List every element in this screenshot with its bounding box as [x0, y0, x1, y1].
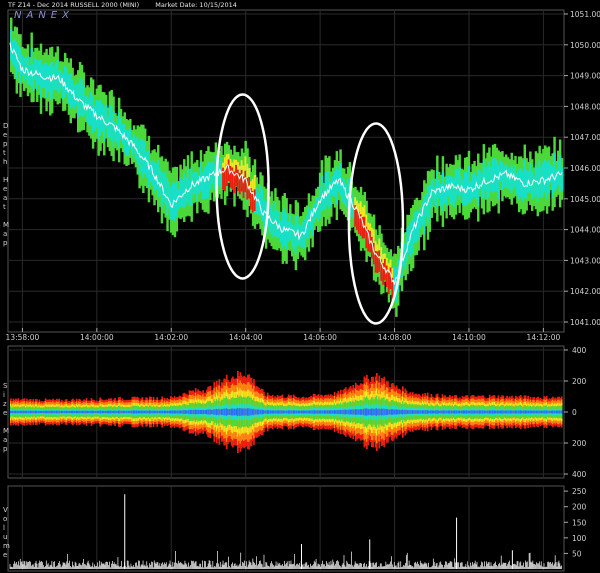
panel-label-char: t	[3, 203, 6, 211]
panel-label-char: M	[3, 427, 9, 435]
depth-y-tick-label: 1046.00	[570, 164, 600, 173]
depth-x-tick-label: 14:08:00	[378, 333, 412, 342]
panel-label-char: a	[3, 436, 7, 444]
panel-label-char: p	[3, 140, 8, 148]
depth-x-tick-label: 14:06:00	[303, 333, 337, 342]
panel-label-char	[3, 167, 5, 175]
volume-y-tick-label: 50	[572, 549, 582, 558]
volume-y-tick-label: 150	[572, 518, 587, 527]
panel-label-char: o	[3, 515, 7, 523]
volume-y-tick-label: 100	[572, 534, 587, 543]
volume-y-tick-label: 200	[572, 503, 587, 512]
size-y-axis: 400 200 0 200 400	[564, 346, 587, 479]
size-y-tick-label: 200	[572, 439, 587, 448]
depth-y-tick-label: 1043.00	[570, 256, 600, 265]
size-y-tick-label: 0	[572, 408, 577, 417]
panel-label-char: e	[3, 551, 7, 559]
depth-x-tick-label: 13:58:00	[6, 333, 40, 342]
depth-y-tick-label: 1041.00	[570, 318, 600, 327]
panel-label-char: a	[3, 194, 7, 202]
depth-y-tick-label: 1050.00	[570, 41, 600, 50]
depth-x-tick-label: 14:02:00	[154, 333, 188, 342]
brand-logo: NANEX	[14, 10, 74, 21]
depth-x-tick-label: 14:12:00	[527, 333, 561, 342]
panel-label-char: e	[3, 409, 7, 417]
panel-label-char: z	[3, 400, 7, 408]
panel-label-char: h	[3, 158, 7, 166]
panel-label-char	[3, 418, 5, 426]
panel-label-char: t	[3, 149, 6, 157]
depth-y-tick-label: 1048.00	[570, 102, 600, 111]
depth-y-tick-label: 1044.00	[570, 226, 600, 235]
depth-y-tick-label: 1042.00	[570, 287, 600, 296]
depth-y-tick-label: 1045.00	[570, 195, 600, 204]
depth-x-tick-label: 14:04:00	[229, 333, 263, 342]
panel-label-char: u	[3, 533, 7, 541]
size-y-tick-label: 200	[572, 377, 587, 386]
panel-label-char: m	[3, 542, 10, 550]
panel-label-char: D	[3, 122, 8, 130]
chart-svg: 1051.00 1050.00 1049.00 1048.00 1047.00 1046.…	[3, 9, 600, 572]
size-y-tick-label: 400	[572, 346, 587, 355]
depth-x-tick-label: 14:00:00	[80, 333, 114, 342]
volume-y-axis: 250 200 150 100 50	[564, 487, 587, 558]
depth-y-tick-label: 1047.00	[570, 133, 600, 142]
depth-x-tick-label: 14:10:00	[452, 333, 486, 342]
panel-label-char	[3, 212, 5, 220]
panel-label-char: e	[3, 131, 7, 139]
panel-label-char: V	[3, 506, 8, 514]
panel-label-char: e	[3, 185, 7, 193]
panel-label-char: p	[3, 445, 8, 453]
panel-label-char: H	[3, 176, 8, 184]
heat-band-core	[560, 167, 564, 191]
volume-y-tick-label: 250	[572, 487, 587, 496]
volume-panel-frame	[7, 485, 565, 572]
depth-y-tick-label: 1051.00	[570, 10, 600, 19]
panel-label-char: a	[3, 230, 7, 238]
panel-label-char: l	[3, 524, 5, 532]
panel-label-char: S	[3, 382, 8, 390]
size-envelope-slice	[560, 410, 563, 414]
panel-label-char: i	[3, 391, 5, 399]
depth-y-tick-label: 1049.00	[570, 72, 600, 81]
size-y-tick-label: 400	[572, 470, 587, 479]
depth-y-axis: 1051.00 1050.00 1049.00 1048.00 1047.00 1046.…	[564, 10, 600, 327]
panel-label-char: M	[3, 221, 9, 229]
panel-label-char: p	[3, 239, 8, 247]
